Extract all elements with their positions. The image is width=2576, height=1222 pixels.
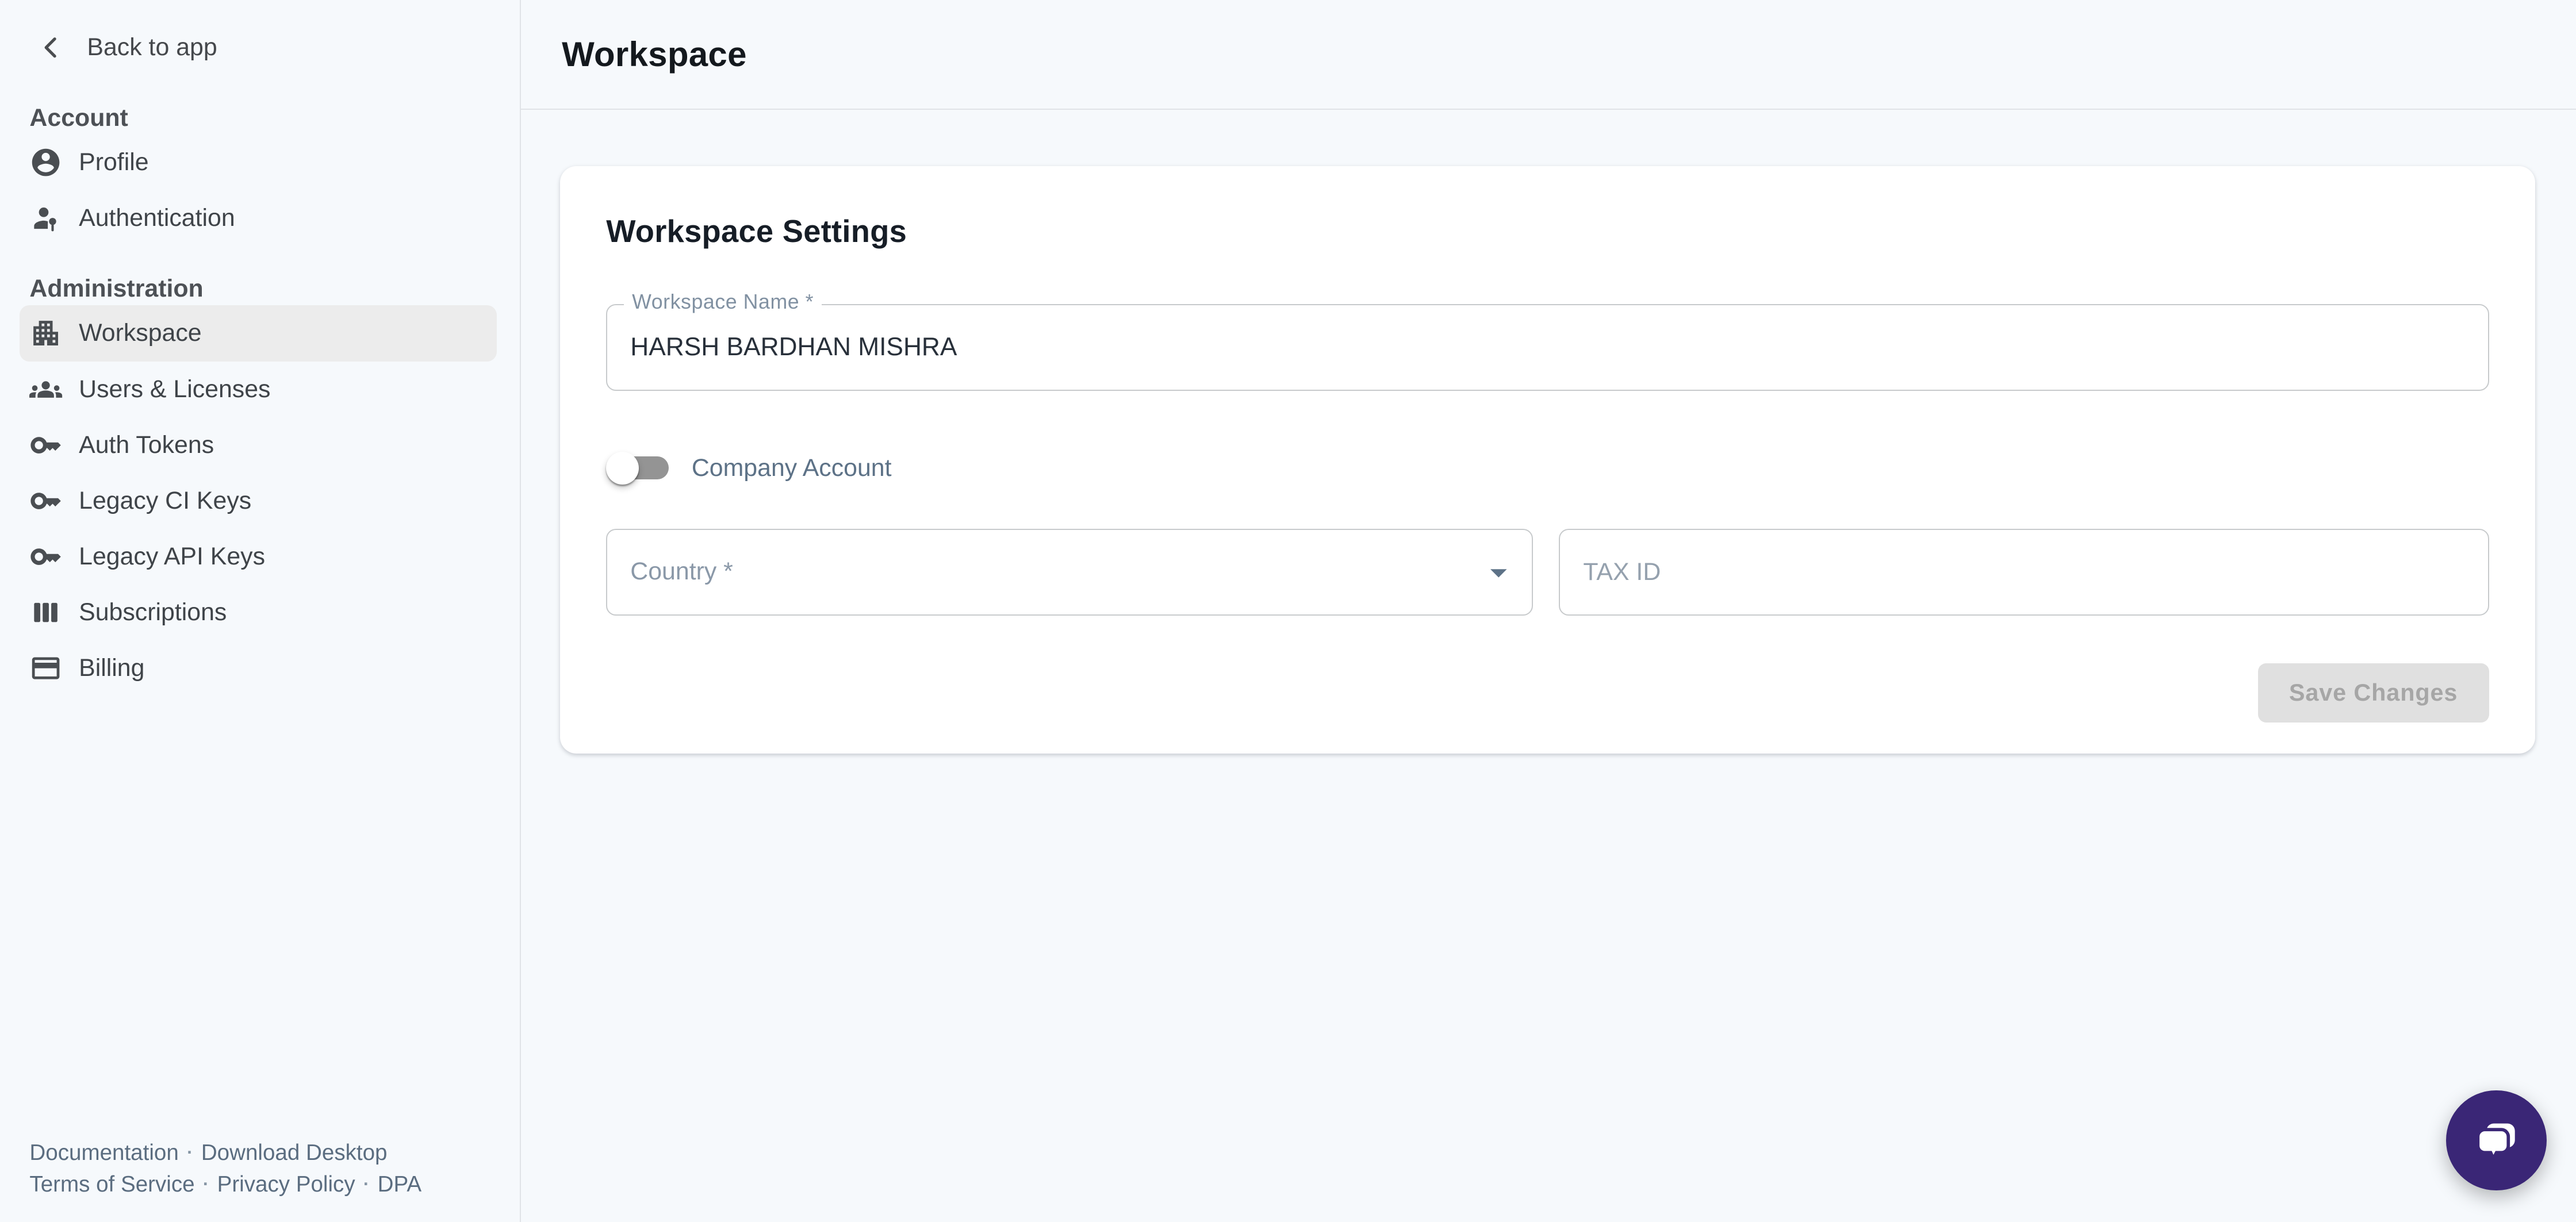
app-root: Back to app Account Profile Authenticati… bbox=[0, 0, 2576, 1222]
card-actions: Save Changes bbox=[606, 663, 2489, 723]
sidebar-item-users-licenses[interactable]: Users & Licenses bbox=[20, 362, 496, 417]
groups-icon bbox=[29, 373, 62, 406]
footer-separator: · bbox=[355, 1174, 378, 1194]
sidebar-item-label: Authentication bbox=[79, 204, 235, 232]
sidebar-item-label: Workspace bbox=[79, 319, 202, 347]
sidebar-item-authentication[interactable]: Authentication bbox=[20, 190, 496, 246]
page-title: Workspace bbox=[562, 34, 747, 74]
page-header: Workspace bbox=[521, 0, 2576, 110]
sidebar-item-label: Users & Licenses bbox=[79, 375, 270, 404]
footer-row-2: Terms of Service·Privacy Policy·DPA bbox=[29, 1169, 421, 1200]
account-circle-icon bbox=[29, 146, 62, 179]
workspace-name-field: Workspace Name * bbox=[606, 304, 2489, 391]
sidebar-item-label: Legacy CI Keys bbox=[79, 487, 251, 515]
building-icon bbox=[29, 317, 62, 349]
section-label-account: Account bbox=[29, 102, 490, 135]
sidebar-item-legacy-api-keys[interactable]: Legacy API Keys bbox=[20, 529, 496, 585]
save-changes-button[interactable]: Save Changes bbox=[2258, 663, 2489, 723]
documentation-link[interactable]: Documentation bbox=[29, 1140, 178, 1165]
sidebar-item-workspace[interactable]: Workspace bbox=[20, 305, 496, 361]
country-label: Country * bbox=[607, 530, 1531, 614]
footer-separator: · bbox=[179, 1142, 201, 1162]
download-desktop-link[interactable]: Download Desktop bbox=[201, 1140, 388, 1165]
sidebar-item-legacy-ci-keys[interactable]: Legacy CI Keys bbox=[20, 473, 496, 529]
sidebar-item-label: Auth Tokens bbox=[79, 431, 214, 459]
privacy-policy-link[interactable]: Privacy Policy bbox=[217, 1172, 355, 1197]
toggle-thumb bbox=[606, 452, 639, 485]
back-to-app-button[interactable]: Back to app bbox=[36, 23, 490, 72]
main-content: Workspace Workspace Settings Workspace N… bbox=[521, 0, 2576, 1222]
key-icon bbox=[29, 429, 62, 462]
credit-card-icon bbox=[29, 652, 62, 685]
dpa-link[interactable]: DPA bbox=[378, 1172, 421, 1197]
sidebar-item-billing[interactable]: Billing bbox=[20, 640, 496, 696]
card-title: Workspace Settings bbox=[606, 212, 2489, 252]
workspace-name-input[interactable] bbox=[607, 305, 2487, 390]
country-select[interactable]: Country * bbox=[606, 529, 1532, 616]
footer-row-1: Documentation·Download Desktop bbox=[29, 1137, 421, 1169]
workspace-settings-card: Workspace Settings Workspace Name * Comp… bbox=[560, 166, 2535, 754]
workspace-name-label: Workspace Name * bbox=[624, 290, 822, 314]
sidebar-item-profile[interactable]: Profile bbox=[20, 135, 496, 190]
chat-fab-button[interactable] bbox=[2446, 1090, 2546, 1190]
columns-icon bbox=[29, 596, 62, 629]
chevron-down-icon bbox=[1479, 552, 1519, 592]
sidebar-item-label: Subscriptions bbox=[79, 598, 227, 627]
tax-id-field bbox=[1559, 529, 2489, 616]
tax-id-input[interactable] bbox=[1560, 530, 2487, 614]
person-key-icon bbox=[29, 202, 62, 235]
company-account-row: Company Account bbox=[606, 452, 2489, 485]
back-to-app-label: Back to app bbox=[87, 33, 217, 62]
sidebar-item-label: Billing bbox=[79, 654, 144, 682]
chat-bubbles-icon bbox=[2470, 1115, 2523, 1167]
key-icon bbox=[29, 485, 62, 517]
company-account-toggle[interactable] bbox=[606, 452, 669, 485]
key-icon bbox=[29, 540, 62, 573]
terms-of-service-link[interactable]: Terms of Service bbox=[29, 1172, 194, 1197]
sidebar-footer: Documentation·Download Desktop Terms of … bbox=[29, 1137, 421, 1200]
section-label-administration: Administration bbox=[29, 272, 490, 305]
sidebar-item-auth-tokens[interactable]: Auth Tokens bbox=[20, 417, 496, 473]
sidebar: Back to app Account Profile Authenticati… bbox=[0, 0, 521, 1222]
sidebar-item-label: Legacy API Keys bbox=[79, 543, 265, 571]
company-account-label: Company Account bbox=[692, 454, 892, 482]
footer-separator: · bbox=[195, 1174, 217, 1194]
sidebar-item-label: Profile bbox=[79, 148, 148, 176]
chevron-left-icon bbox=[36, 33, 66, 62]
country-tax-row: Country * bbox=[606, 529, 2489, 616]
sidebar-item-subscriptions[interactable]: Subscriptions bbox=[20, 585, 496, 640]
